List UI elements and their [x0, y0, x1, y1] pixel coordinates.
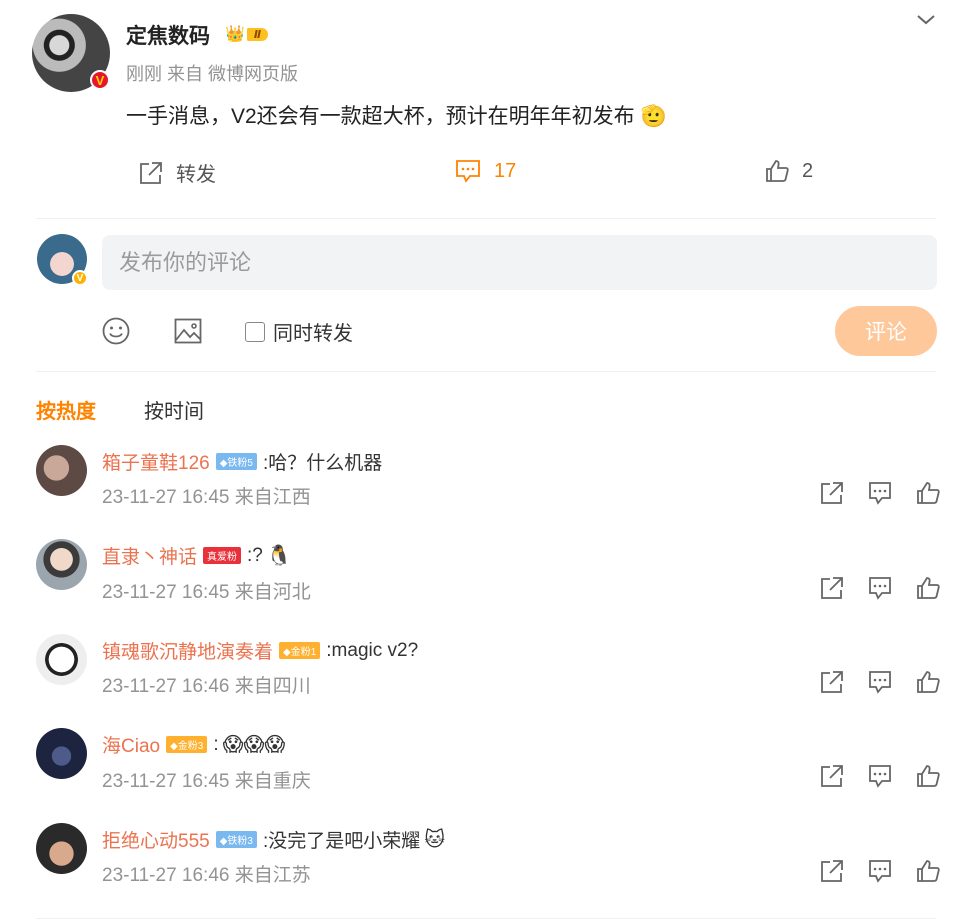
comment-reply-icon[interactable]	[867, 858, 893, 884]
member-crown-badge: 👑 Ⅱ	[225, 24, 269, 44]
repost-label: 转发	[176, 164, 216, 186]
comment-count: 17	[494, 159, 517, 182]
comment-emoji: 🐧	[266, 545, 292, 567]
post-author-name[interactable]: 定焦数码	[126, 20, 210, 50]
comment-author[interactable]: 直隶丶神话	[102, 542, 197, 569]
comment-avatar[interactable]	[36, 728, 87, 779]
comment-text: :没完了是吧小荣耀	[262, 831, 421, 852]
fan-badge: ◆金粉3	[166, 736, 208, 753]
comment-text: :哈？什么机器	[262, 453, 383, 474]
comment-time: 23-11-27 16:46 来自江苏	[102, 865, 311, 886]
comment-like-icon[interactable]	[915, 575, 941, 601]
comment-line: 海Ciao ◆金粉3 : 😱😱😱	[102, 731, 285, 758]
comment-text: :	[213, 733, 219, 755]
comment-share-icon[interactable]	[819, 669, 845, 695]
like-button[interactable]: 2	[764, 158, 813, 184]
share-icon	[140, 161, 162, 184]
verified-yellow-icon: V	[72, 270, 88, 286]
comment-share-icon[interactable]	[819, 480, 845, 506]
post-text-line: 一手消息，V2还会有一款超大杯，预计在明年年初发布 🫡	[126, 100, 667, 130]
comment-share-icon[interactable]	[819, 575, 845, 601]
comment-author[interactable]: 箱子童鞋126	[102, 448, 210, 475]
divider	[36, 371, 936, 372]
comment-line: 拒绝心动555 ◆铁粉3 :没完了是吧小荣耀 🐱	[102, 826, 445, 853]
comment-text: :magic v2?	[326, 639, 419, 661]
thumbs-up-icon	[766, 160, 789, 182]
comment-share-icon[interactable]	[819, 763, 845, 789]
comment-input[interactable]	[102, 235, 937, 290]
comment-author[interactable]: 海Ciao	[102, 731, 160, 758]
tab-sort-hot[interactable]: 按热度	[36, 395, 96, 424]
emoji-icon[interactable]	[101, 316, 131, 346]
comment-share-icon[interactable]	[819, 858, 845, 884]
comment-button[interactable]: 17	[454, 158, 516, 184]
comment-like-icon[interactable]	[915, 669, 941, 695]
comment-emoji: 🐱	[424, 829, 446, 851]
like-count: 2	[802, 159, 814, 182]
comment-icon	[456, 160, 480, 183]
post-text: 一手消息，V2还会有一款超大杯，预计在明年年初发布	[126, 105, 635, 128]
repost-checkbox-label: 同时转发	[273, 323, 353, 345]
submit-comment-button[interactable]: 评论	[835, 306, 937, 356]
fan-badge: ◆金粉1	[279, 642, 321, 659]
repost-checkbox[interactable]	[245, 321, 265, 342]
comment-time: 23-11-27 16:45 来自江西	[102, 487, 311, 508]
comment-avatar[interactable]	[36, 823, 87, 874]
comment-emoji: 😱😱😱	[222, 734, 286, 756]
divider	[36, 218, 936, 219]
comment-like-icon[interactable]	[915, 480, 941, 506]
comment-time: 23-11-27 16:45 来自重庆	[102, 771, 311, 792]
comment-author[interactable]: 拒绝心动555	[102, 826, 210, 853]
comment-reply-icon[interactable]	[867, 480, 893, 506]
repost-button[interactable]: 转发	[138, 158, 216, 187]
comment-line: 镇魂歌沉静地演奏着 ◆金粉1 :magic v2?	[102, 637, 418, 664]
fan-badge: ◆铁粉5	[215, 453, 257, 470]
comment-line: 直隶丶神话 真爱粉 :? 🐧	[102, 542, 292, 569]
comment-like-icon[interactable]	[915, 763, 941, 789]
crown-icon: 👑	[225, 26, 245, 43]
comment-time: 23-11-27 16:45 来自河北	[102, 582, 311, 603]
tab-sort-time[interactable]: 按时间	[144, 395, 204, 424]
comment-time: 23-11-27 16:46 来自四川	[102, 676, 311, 697]
comment-reply-icon[interactable]	[867, 575, 893, 601]
post-emoji: 🫡	[640, 105, 667, 128]
comment-avatar[interactable]	[36, 445, 87, 496]
comment-author[interactable]: 镇魂歌沉静地演奏着	[102, 637, 273, 664]
comment-text: :?	[247, 544, 263, 566]
comment-reply-icon[interactable]	[867, 669, 893, 695]
divider	[36, 918, 936, 919]
comment-like-icon[interactable]	[915, 858, 941, 884]
comment-line: 箱子童鞋126 ◆铁粉5 :哈？什么机器	[102, 448, 382, 475]
fan-badge: 真爱粉	[203, 547, 242, 564]
level-badge: Ⅱ	[246, 27, 269, 41]
comment-avatar[interactable]	[36, 539, 87, 590]
chevron-down-icon[interactable]	[914, 8, 938, 32]
image-icon[interactable]	[173, 316, 203, 346]
comment-avatar[interactable]	[36, 634, 87, 685]
repost-checkbox-wrap[interactable]: 同时转发	[245, 317, 353, 346]
verified-badge-icon: V	[90, 70, 110, 90]
post-meta: 刚刚 来自 微博网页版	[126, 64, 299, 84]
fan-badge: ◆铁粉3	[215, 831, 257, 848]
comment-reply-icon[interactable]	[867, 763, 893, 789]
